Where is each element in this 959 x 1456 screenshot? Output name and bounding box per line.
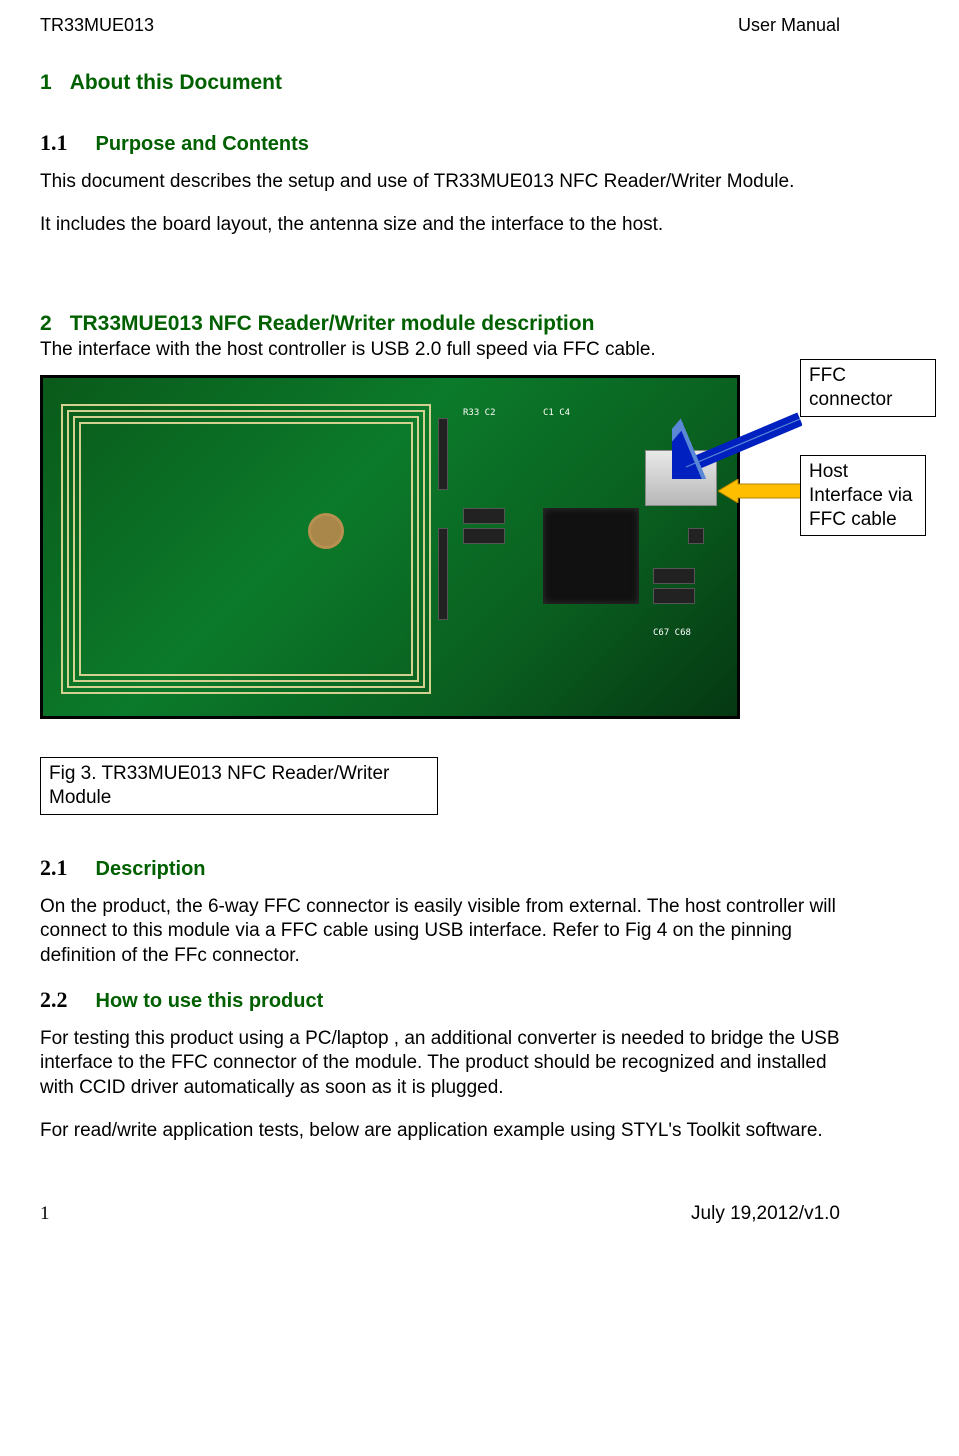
section-2-number: 2: [40, 312, 52, 335]
figure-area: R33 C2 C1 C4 C67 C68 FFC connector Host …: [40, 375, 840, 743]
page-header: TR33MUE013 User Manual: [40, 15, 840, 36]
section-2-2-number: 2.2: [40, 987, 68, 1012]
paragraph: The interface with the host controller i…: [40, 338, 840, 363]
section-2-heading: 2 TR33MUE013 NFC Reader/Writer module des…: [40, 312, 840, 336]
section-2-1-title: Description: [96, 858, 206, 880]
pcb-photo: R33 C2 C1 C4 C67 C68: [40, 375, 740, 719]
footer-date: July 19,2012/v1.0: [691, 1203, 840, 1225]
page-number: 1: [40, 1203, 50, 1225]
arrow-blue-icon: [672, 409, 802, 479]
paragraph: On the product, the 6-way FFC connector …: [40, 895, 840, 969]
section-1-title: About this Document: [70, 71, 282, 94]
section-2-2-heading: 2.2 How to use this product: [40, 987, 840, 1013]
page-footer: 1 July 19,2012/v1.0: [40, 1203, 840, 1225]
section-2-1-heading: 2.1 Description: [40, 855, 840, 881]
paragraph: It includes the board layout, the antenn…: [40, 213, 840, 238]
paragraph: For read/write application tests, below …: [40, 1119, 840, 1144]
paragraph: For testing this product using a PC/lapt…: [40, 1027, 840, 1101]
section-2-1-number: 2.1: [40, 855, 68, 880]
section-1-heading: 1 About this Document: [40, 71, 840, 95]
callout-ffc-connector: FFC connector: [800, 359, 936, 417]
figure-caption: Fig 3. TR33MUE013 NFC Reader/Writer Modu…: [40, 757, 438, 815]
section-2-title: TR33MUE013 NFC Reader/Writer module desc…: [70, 312, 595, 335]
section-1-1-heading: 1.1 Purpose and Contents: [40, 130, 840, 156]
paragraph: This document describes the setup and us…: [40, 170, 840, 195]
section-1-number: 1: [40, 71, 52, 94]
section-2-2-title: How to use this product: [96, 990, 324, 1012]
header-right: User Manual: [738, 15, 840, 36]
section-1-1-number: 1.1: [40, 130, 68, 155]
section-1-1-title: Purpose and Contents: [96, 133, 309, 155]
callout-host-interface: Host Interface via FFC cable: [800, 455, 926, 536]
header-left: TR33MUE013: [40, 15, 154, 36]
